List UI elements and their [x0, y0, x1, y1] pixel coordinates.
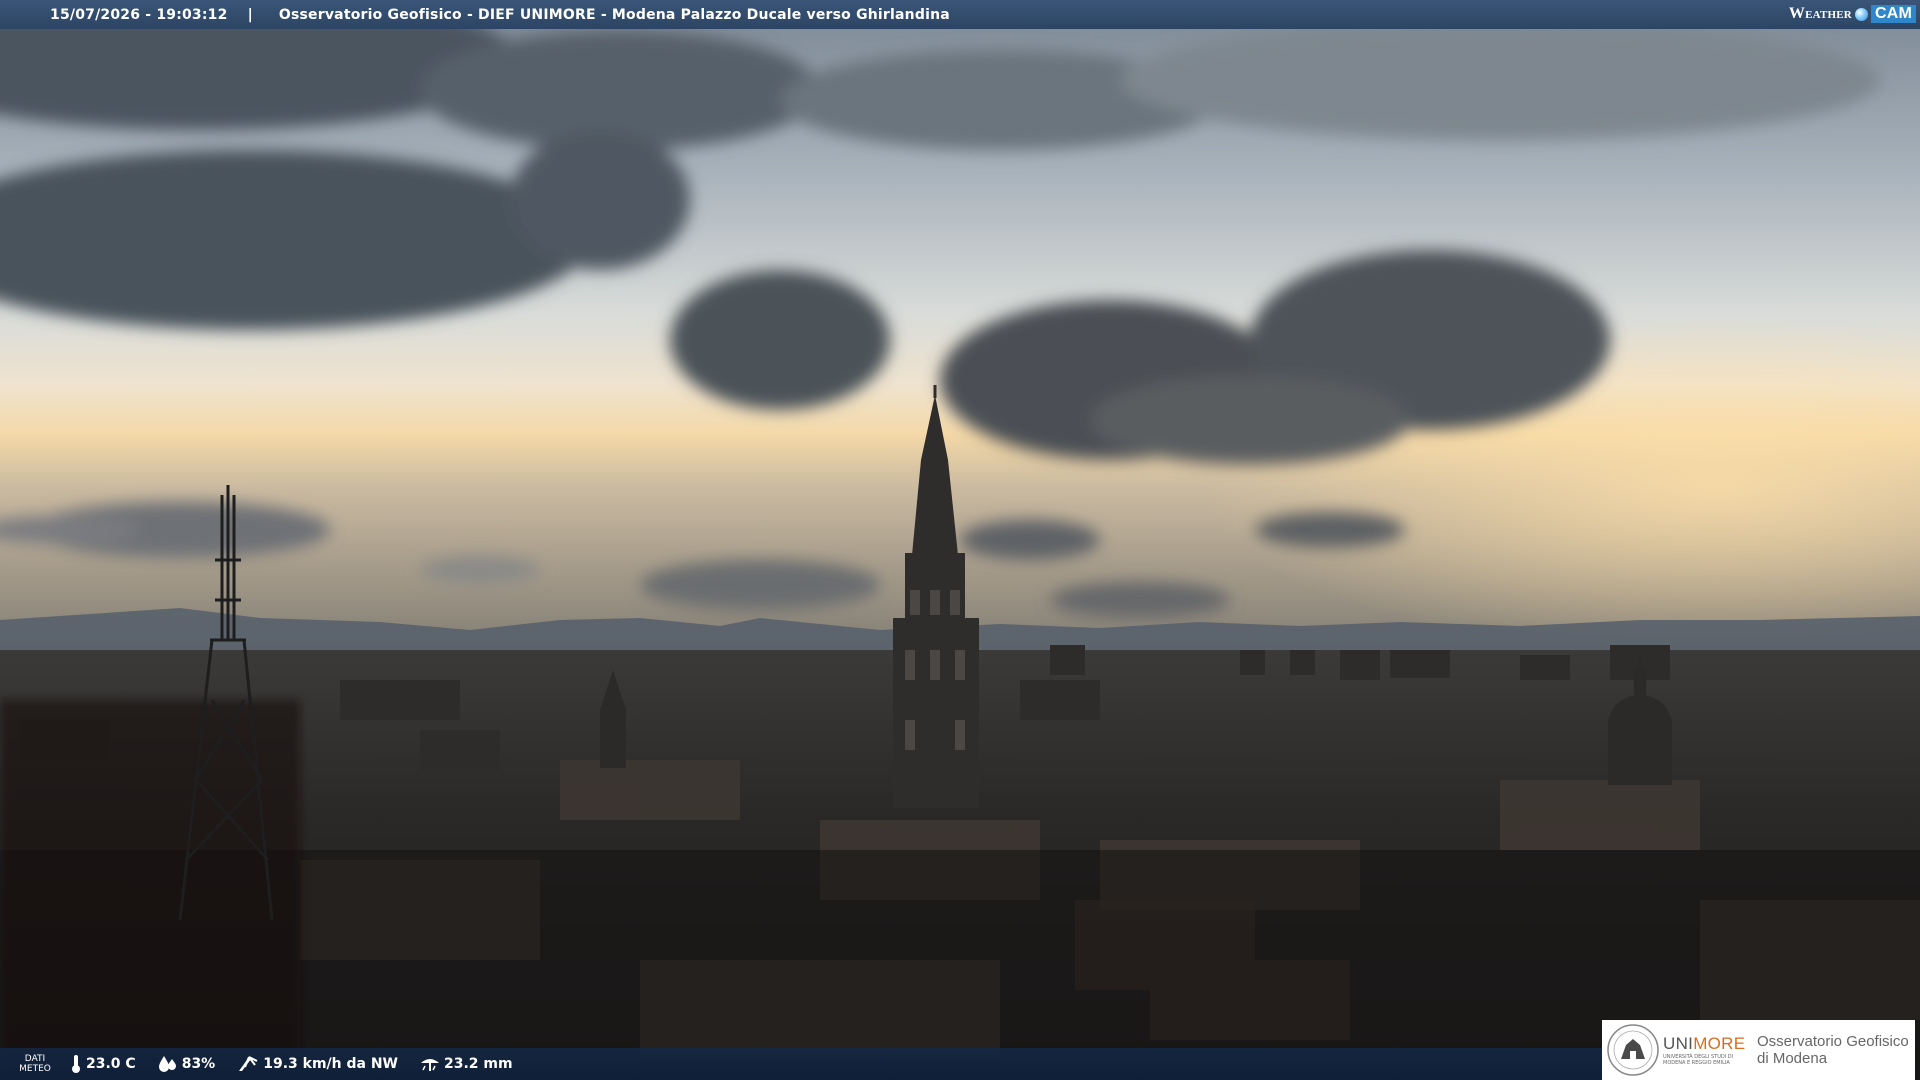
rain-reading: 23.2 mm — [420, 1055, 513, 1073]
top-info-bar: 15/07/2026 - 19:03:12 | Osservatorio Geo… — [0, 0, 1920, 29]
rain-icon — [421, 1059, 439, 1071]
droplets-icon — [158, 1056, 176, 1072]
weathercam-logo-weather: Weather — [1788, 5, 1852, 22]
observatory-name: Osservatorio Geofisico di Modena — [1757, 1033, 1909, 1067]
globe-icon — [1854, 7, 1868, 21]
humidity-reading: 83% — [158, 1055, 215, 1073]
title-separator: | — [247, 6, 253, 23]
timestamp: 15/07/2026 - 19:03:12 — [50, 6, 228, 23]
camera-title: Osservatorio Geofisico - DIEF UNIMORE - … — [278, 6, 950, 23]
meteo-label: DATI METEO — [19, 1054, 51, 1074]
webcam-scene — [0, 0, 1920, 1080]
weathercam-logo-cam: CAM — [1870, 5, 1916, 23]
thermometer-icon — [72, 1055, 80, 1073]
unimore-wordmark: UNIMORE UNIVERSITÀ DEGLI STUDI DI MODENA… — [1663, 1034, 1746, 1066]
temperature-reading: 23.0 C — [70, 1054, 136, 1074]
wind-icon — [239, 1056, 258, 1071]
unimore-logo-panel: UNIMORE UNIVERSITÀ DEGLI STUDI DI MODENA… — [1602, 1020, 1915, 1080]
weathercam-logo: Weather CAM — [1789, 3, 1916, 25]
meteo-bar: DATI METEO 23.0 C 83% 19.3 km/h da NW 23… — [0, 1048, 1605, 1080]
wind-reading: 19.3 km/h da NW — [237, 1055, 398, 1073]
university-seal-icon — [1607, 1024, 1659, 1076]
